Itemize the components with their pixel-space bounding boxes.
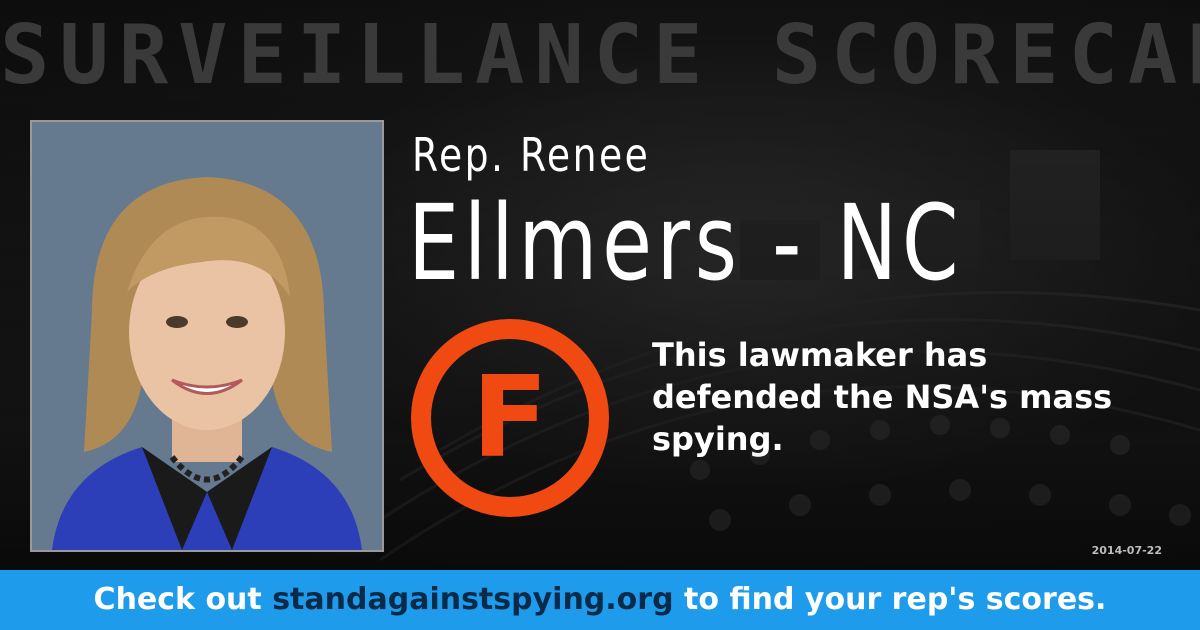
scorecard-title: SURVEILLANCE SCORECARD <box>0 8 1200 103</box>
footer-call-to-action: Check out standagainstspying.org to find… <box>0 570 1200 630</box>
date-stamp: 2014-07-22 <box>1091 544 1162 557</box>
grade-circle-icon: F <box>411 319 609 517</box>
grade-letter: F <box>472 353 549 483</box>
scorecard-card: SURVEILLANCE SCORECARD Rep. Renee Ellmer… <box>0 0 1200 630</box>
grade-badge: F <box>410 318 610 518</box>
rep-surname-state: Ellmers - NC <box>408 182 964 304</box>
footer-lead: Check out <box>93 582 273 617</box>
footer-trail: to find your rep's scores. <box>673 582 1107 617</box>
verdict-text: This lawmaker has defended the NSA's mas… <box>652 336 1113 458</box>
representative-portrait <box>30 120 384 552</box>
site-link[interactable]: standagainstspying.org <box>272 582 673 617</box>
